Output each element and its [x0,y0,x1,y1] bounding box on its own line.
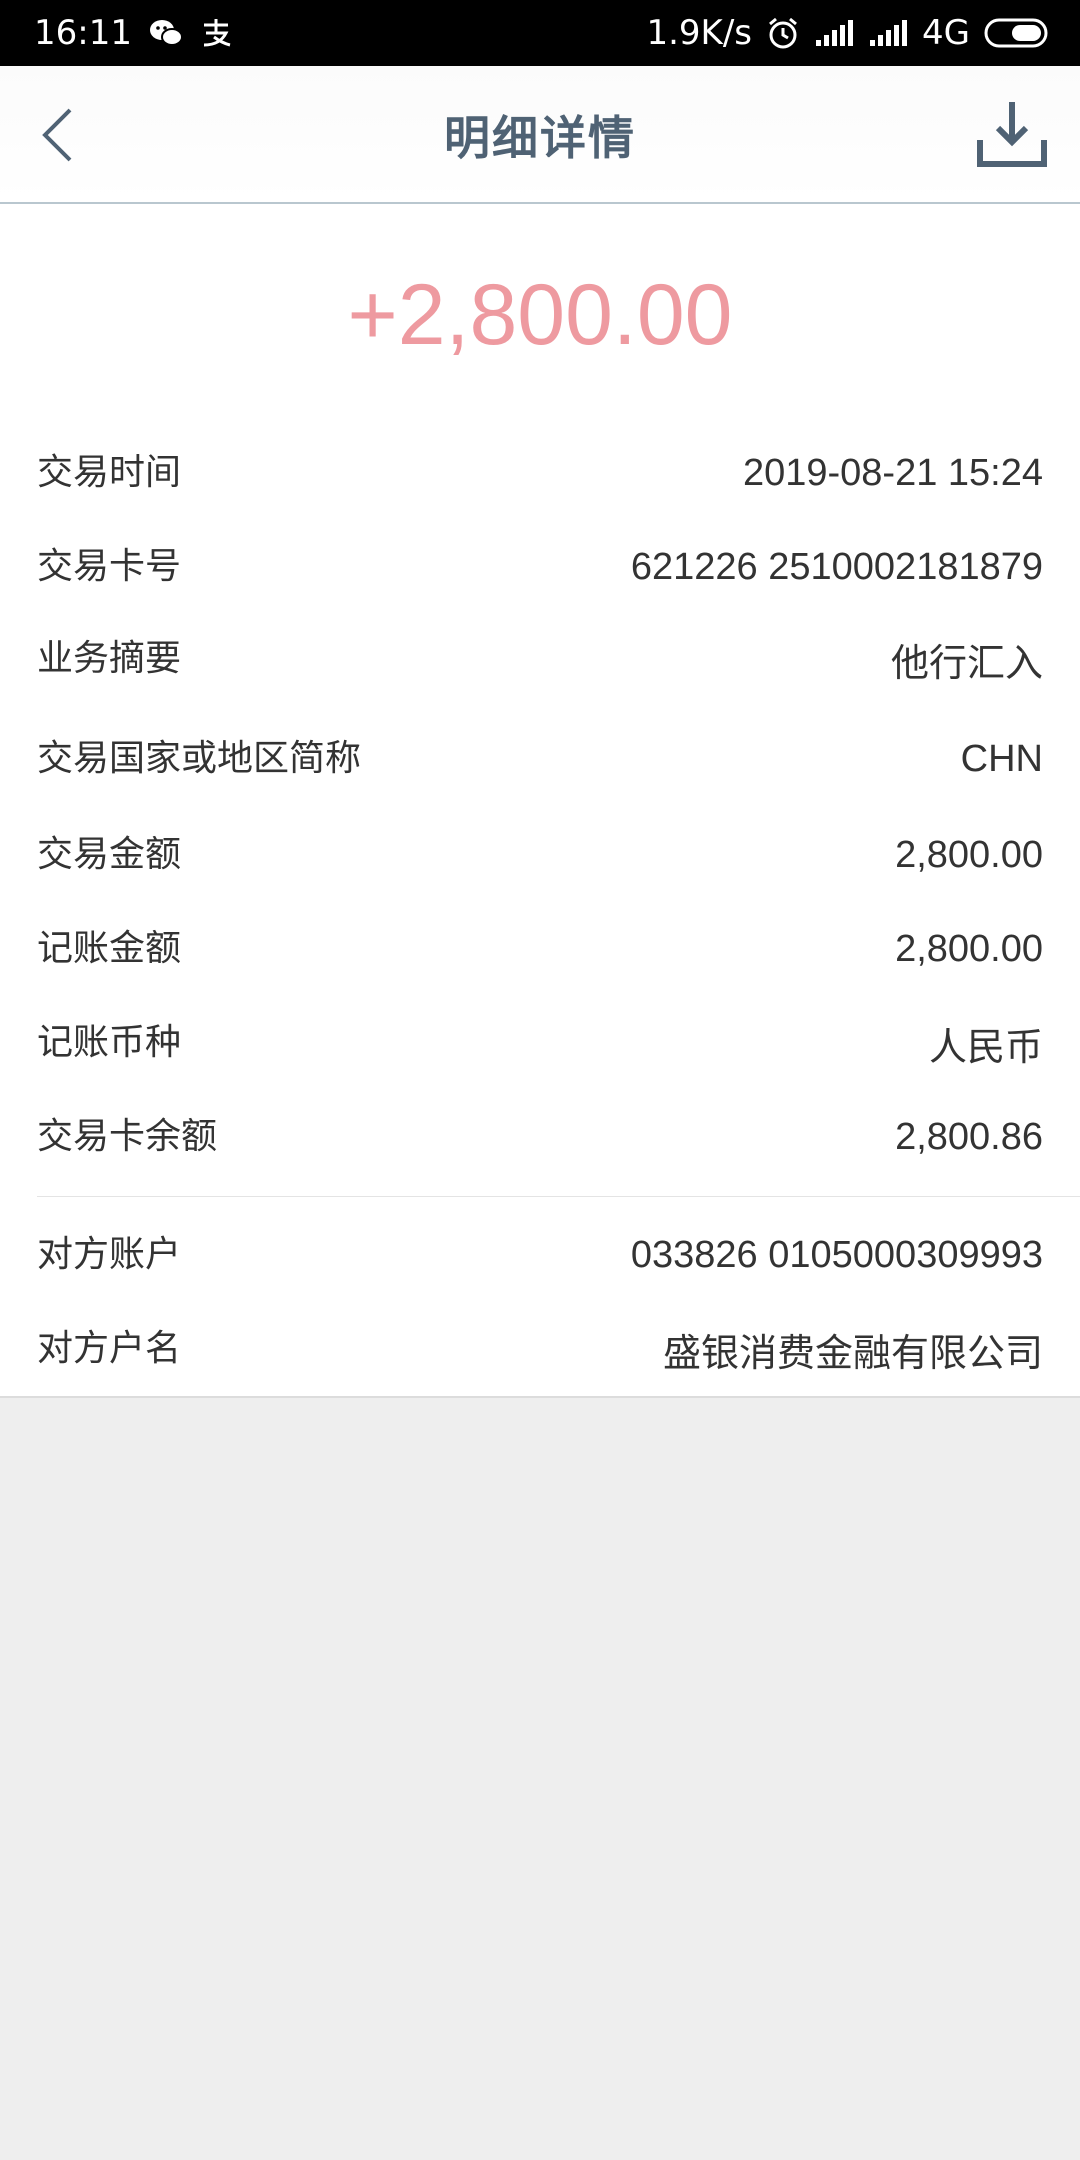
network-type: 4G [922,13,970,53]
detail-label: 交易国家或地区简称 [37,738,362,779]
download-icon [977,102,1047,167]
detail-value: 2,800.86 [895,1115,1043,1158]
detail-row-summary: 业务摘要 他行汇入 [37,626,1043,692]
alarm-icon [766,16,800,50]
battery-icon [984,17,1050,49]
detail-value: 他行汇入 [890,642,1043,685]
detail-label: 对方户名 [37,1328,182,1369]
detail-label: 记账金额 [37,928,182,969]
detail-label: 交易卡余额 [37,1116,218,1157]
detail-label: 业务摘要 [37,638,182,679]
transaction-detail-card: +2,800.00 交易时间 2019-08-21 15:24 交易卡号 621… [0,204,1080,1398]
detail-label: 记账币种 [37,1022,182,1063]
header: 明细详情 [0,66,1080,204]
status-right: 1.9K/s 4G [632,0,1050,66]
detail-value: 033826 0105000309993 [630,1233,1043,1276]
detail-label: 交易卡号 [37,546,182,587]
network-speed: 1.9K/s [646,13,753,53]
transaction-amount: +2,800.00 [347,267,733,363]
detail-label: 交易时间 [37,452,182,493]
detail-row-counterparty-name: 对方户名 盛银消费金融有限公司 [37,1316,1043,1382]
detail-label: 对方账户 [37,1234,182,1275]
alipay-icon [200,17,232,49]
detail-row-posted-amount: 记账金额 2,800.00 [37,916,1043,982]
divider [37,1196,1080,1197]
detail-value: 621226 2510002181879 [630,545,1043,588]
detail-label: 交易金额 [37,834,182,875]
status-time: 16:11 [34,13,132,53]
status-bar: 16:11 1.9K/s 4G [0,0,1080,66]
detail-value: CHN [960,737,1043,780]
detail-value: 2019-08-21 15:24 [742,451,1043,494]
detail-row-balance: 交易卡余额 2,800.86 [37,1104,1043,1170]
detail-row-time: 交易时间 2019-08-21 15:24 [37,440,1043,506]
detail-value: 盛银消费金融有限公司 [662,1332,1043,1375]
detail-row-transaction-amount: 交易金额 2,800.00 [37,822,1043,888]
signal-icon [814,18,854,48]
signal-icon [868,18,908,48]
detail-row-country: 交易国家或地区简称 CHN [37,704,1043,814]
detail-value: 人民币 [928,1026,1043,1069]
status-left: 16:11 [34,0,248,66]
page-title: 明细详情 [444,111,636,165]
detail-row-counterparty-account: 对方账户 033826 0105000309993 [37,1222,1043,1288]
download-button[interactable] [974,96,1050,172]
detail-row-card-number: 交易卡号 621226 2510002181879 [37,534,1043,600]
wechat-icon [148,18,184,48]
detail-value: 2,800.00 [895,833,1043,876]
detail-row-currency: 记账币种 人民币 [37,1010,1043,1076]
detail-value: 2,800.00 [895,927,1043,970]
